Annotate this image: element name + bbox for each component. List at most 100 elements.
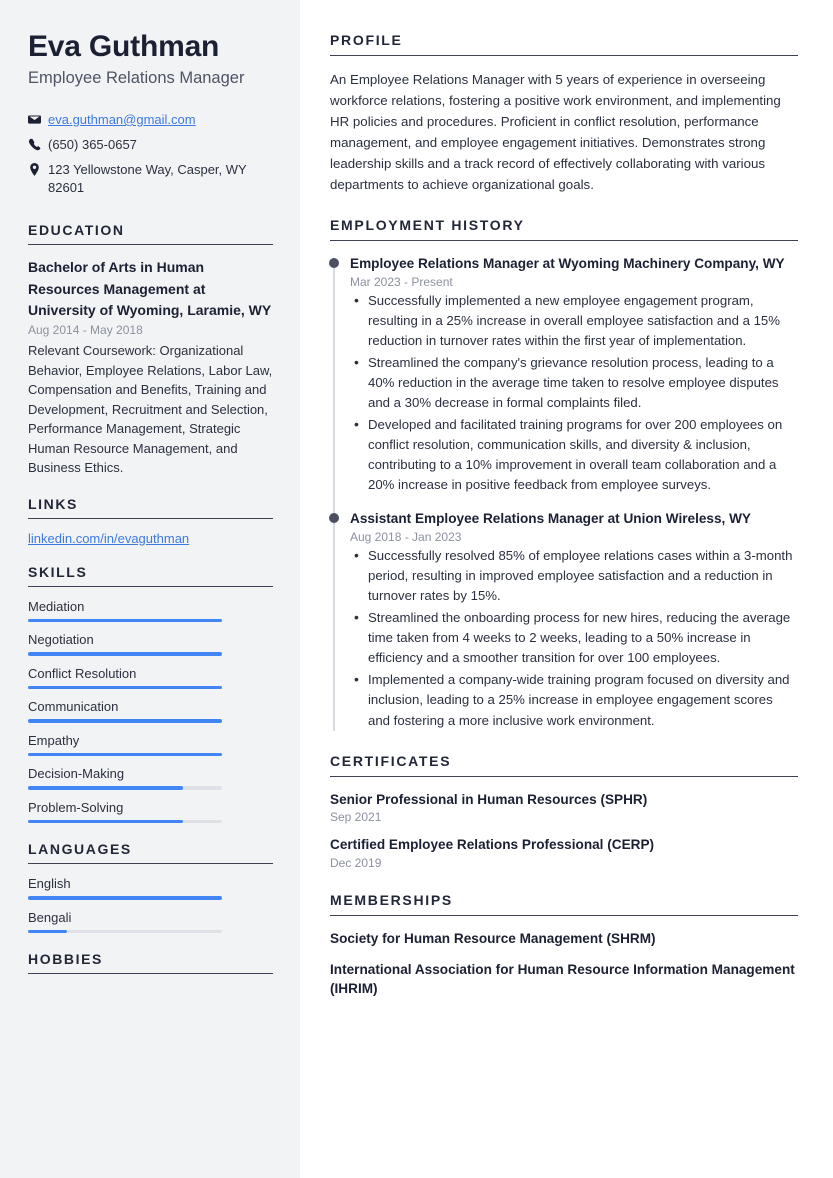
certificate-entry: Certified Employee Relations Professiona… <box>330 835 798 870</box>
section-heading-education: EDUCATION <box>28 222 273 246</box>
education-title: Bachelor of Arts in Human Resources Mana… <box>28 259 272 318</box>
skill-bar-fill <box>28 752 222 757</box>
email-link[interactable]: eva.guthman@gmail.com <box>48 112 196 127</box>
certificate-entry: Senior Professional in Human Resources (… <box>330 790 798 825</box>
skill-bar-track <box>28 685 222 690</box>
education-description: Relevant Coursework: Organizational Beha… <box>28 343 273 476</box>
contact-phone: (650) 365-0657 <box>48 136 137 152</box>
skill-label: Decision-Making <box>28 766 125 782</box>
employment-entry: Assistant Employee Relations Manager at … <box>328 509 798 731</box>
skill-bar-fill <box>28 618 222 623</box>
employment-bullet: Streamlined the onboarding process for n… <box>350 607 798 668</box>
employment-timeline: Employee Relations Manager at Wyoming Ma… <box>328 254 798 731</box>
contact-list: eva.guthman@gmail.com (650) 365-0657 123… <box>28 111 273 198</box>
certificate-date: Dec 2019 <box>330 856 382 870</box>
section-heading-memberships: MEMBERSHIPS <box>330 892 798 916</box>
language-label: Bengali <box>28 909 72 925</box>
section-memberships: MEMBERSHIPS Society for Human Resource M… <box>330 892 798 999</box>
membership-title: International Association for Human Reso… <box>330 961 795 997</box>
contact-row-email: eva.guthman@gmail.com <box>28 111 273 130</box>
timeline-dot-icon <box>328 258 339 268</box>
section-heading-links: LINKS <box>28 496 273 519</box>
skill-item: Decision-Making <box>28 766 273 790</box>
profile-text: An Employee Relations Manager with 5 yea… <box>330 72 781 192</box>
employment-bullet-list: Successfully resolved 85% of employee re… <box>350 545 798 731</box>
section-profile: PROFILE An Employee Relations Manager wi… <box>330 32 798 195</box>
skill-bar-track <box>28 819 222 824</box>
skill-label: Conflict Resolution <box>28 665 137 681</box>
education-date: Aug 2014 - May 2018 <box>28 323 143 338</box>
contact-address: 123 Yellowstone Way, Casper, WY 82601 <box>48 161 247 196</box>
membership-entry: Society for Human Resource Management (S… <box>330 929 798 949</box>
memberships-list: Society for Human Resource Management (S… <box>330 929 798 999</box>
phone-icon <box>28 136 48 151</box>
section-education: EDUCATION Bachelor of Arts in Human Reso… <box>28 222 273 477</box>
language-bar-fill <box>28 896 222 900</box>
skill-bar-track <box>28 752 222 757</box>
certificate-date: Sep 2021 <box>330 810 382 825</box>
language-bar-fill <box>28 929 67 934</box>
section-skills: SKILLS Mediation Negotiation Conflict Reso… <box>28 564 273 824</box>
linkedin-link[interactable]: linkedin.com/in/evaguthman <box>28 531 189 546</box>
section-heading-profile: PROFILE <box>330 32 798 56</box>
skill-bar-track <box>28 719 222 723</box>
link-item: linkedin.com/in/evaguthman <box>28 531 273 546</box>
skill-item: Mediation <box>28 599 273 623</box>
language-bar-track <box>28 896 222 900</box>
languages-list: English Bengali <box>28 876 273 934</box>
skill-bar-fill <box>28 719 222 723</box>
section-hobbies: HOBBIES <box>28 951 273 975</box>
skill-bar-track <box>28 618 222 623</box>
skill-label: Communication <box>28 699 119 715</box>
section-languages: LANGUAGES English Bengali <box>28 841 273 934</box>
membership-entry: International Association for Human Reso… <box>330 960 798 999</box>
sidebar: Eva Guthman Employee Relations Manager e… <box>0 0 300 1178</box>
language-item: English <box>28 876 273 900</box>
employment-bullet: Streamlined the company's grievance reso… <box>350 352 798 413</box>
skill-item: Communication <box>28 699 273 723</box>
skill-label: Empathy <box>28 732 80 748</box>
skill-bar-fill <box>28 819 184 824</box>
education-item: Bachelor of Arts in Human Resources Mana… <box>28 257 273 477</box>
section-heading-languages: LANGUAGES <box>28 841 273 865</box>
map-pin-icon <box>28 161 48 176</box>
skill-bar-track <box>28 652 222 656</box>
skill-bar-track <box>28 786 222 790</box>
skills-list: Mediation Negotiation Conflict Resolution C… <box>28 599 273 824</box>
skill-item: Empathy <box>28 733 273 757</box>
contact-row-address: 123 Yellowstone Way, Casper, WY 82601 <box>28 161 273 199</box>
certificate-title: Senior Professional in Human Resources (… <box>330 791 648 807</box>
skill-item: Negotiation <box>28 632 273 656</box>
employment-role: Assistant Employee Relations Manager at … <box>350 511 751 527</box>
skill-label: Negotiation <box>28 632 94 648</box>
skill-item: Conflict Resolution <box>28 666 273 690</box>
contact-row-phone: (650) 365-0657 <box>28 136 273 155</box>
language-bar-track <box>28 929 222 934</box>
skill-bar-fill <box>28 685 222 690</box>
employment-entry: Employee Relations Manager at Wyoming Ma… <box>328 254 798 495</box>
certificates-list: Senior Professional in Human Resources (… <box>330 790 798 870</box>
employment-role: Employee Relations Manager at Wyoming Ma… <box>350 256 785 271</box>
language-label: English <box>28 876 71 892</box>
employment-date: Aug 2018 - Jan 2023 <box>350 530 462 545</box>
skill-label: Mediation <box>28 598 85 614</box>
skill-bar-fill <box>28 786 184 790</box>
contact-email: eva.guthman@gmail.com <box>48 111 196 130</box>
section-certificates: CERTIFICATES Senior Professional in Huma… <box>330 753 798 870</box>
section-heading-hobbies: HOBBIES <box>28 951 273 975</box>
envelope-icon <box>28 111 48 126</box>
main-column: PROFILE An Employee Relations Manager wi… <box>300 0 833 1178</box>
employment-bullet: Successfully resolved 85% of employee re… <box>350 545 798 606</box>
skill-bar-fill <box>28 652 222 656</box>
section-heading-employment: EMPLOYMENT HISTORY <box>330 217 798 241</box>
employment-date: Mar 2023 - Present <box>350 274 453 289</box>
language-item: Bengali <box>28 910 273 934</box>
certificate-title: Certified Employee Relations Professiona… <box>330 837 655 853</box>
candidate-job-title: Employee Relations Manager <box>28 68 245 87</box>
membership-title: Society for Human Resource Management (S… <box>330 931 656 946</box>
candidate-name: Eva Guthman <box>28 30 220 63</box>
section-employment-history: EMPLOYMENT HISTORY Employee Relations Ma… <box>328 217 798 731</box>
section-heading-certificates: CERTIFICATES <box>330 753 798 777</box>
employment-bullet: Developed and facilitated training progr… <box>350 414 798 495</box>
skill-label: Problem-Solving <box>28 799 124 815</box>
